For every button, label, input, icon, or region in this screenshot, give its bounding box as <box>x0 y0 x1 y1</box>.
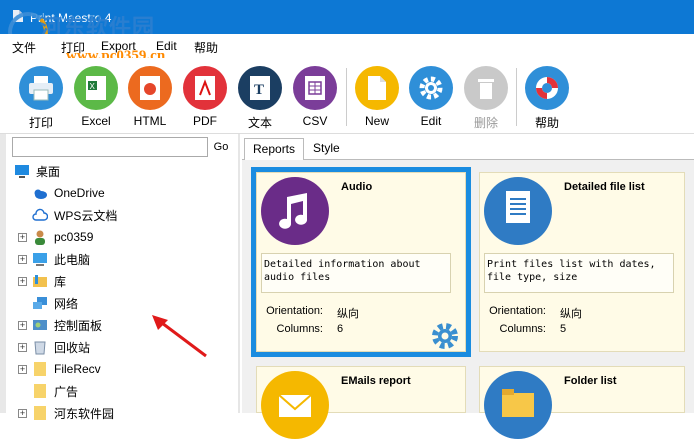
expand-toggle[interactable]: + <box>18 277 27 286</box>
expand-toggle[interactable]: + <box>18 321 27 330</box>
tree-item-control-panel[interactable]: 控制面板 <box>32 315 102 335</box>
folder-icon <box>484 371 552 439</box>
text-icon: T <box>238 66 282 110</box>
pdf-button[interactable]: PDF <box>180 66 230 130</box>
tab-style[interactable]: Style <box>305 138 348 160</box>
gear-icon <box>409 66 453 110</box>
tree-item-this-pc[interactable]: 此电脑 <box>32 249 90 269</box>
new-document-icon <box>355 66 399 110</box>
settings-gear-icon[interactable] <box>430 321 460 351</box>
tree-item-wps-cloud[interactable]: WPS云文档 <box>32 205 117 225</box>
tree-item-desktop[interactable]: 桌面 <box>14 161 60 181</box>
delete-button[interactable]: 删除 <box>461 66 511 130</box>
computer-icon <box>32 251 48 267</box>
printer-icon <box>19 66 63 110</box>
expand-toggle[interactable]: + <box>18 409 27 418</box>
tree-item-hedong[interactable]: 河东软件园 <box>32 403 114 423</box>
excel-button[interactable]: X Excel <box>71 66 121 130</box>
report-card-detailed-file-list[interactable]: Detailed file list Print files list with… <box>479 172 685 352</box>
expand-toggle[interactable]: + <box>18 365 27 374</box>
csv-button[interactable]: CSV <box>290 66 340 130</box>
columns-label: Columns: <box>276 323 323 335</box>
tab-reports[interactable]: Reports <box>244 138 305 160</box>
toolbar-separator <box>516 68 517 126</box>
panel-splitter[interactable] <box>238 134 240 413</box>
expand-toggle[interactable]: + <box>18 233 27 242</box>
report-card-audio[interactable]: Audio Detailed information about audio fi… <box>251 167 471 357</box>
pdf-icon <box>183 66 227 110</box>
expand-toggle[interactable]: + <box>18 343 27 352</box>
tree-item-user[interactable]: pc0359 <box>32 227 93 247</box>
tree-item-onedrive[interactable]: OneDrive <box>32 183 105 203</box>
folder-search-input[interactable] <box>12 137 208 157</box>
report-card-emails[interactable]: EMails report <box>256 366 466 439</box>
orientation-value: 纵向 <box>337 308 359 320</box>
svg-text:T: T <box>254 82 264 98</box>
envelope-icon <box>261 371 329 439</box>
columns-value: 5 <box>560 323 567 335</box>
tree-item-filerecv[interactable]: FileRecv <box>32 359 101 379</box>
left-panel-edge <box>0 134 6 413</box>
report-title: Audio <box>341 181 373 193</box>
folder-icon <box>32 383 48 399</box>
folder-icon <box>32 405 48 421</box>
menu-help[interactable]: 帮助 <box>194 39 218 56</box>
svg-text:X: X <box>90 82 96 91</box>
folder-icon <box>32 361 48 377</box>
control-panel-icon <box>32 317 48 333</box>
go-button[interactable]: Go <box>210 138 232 156</box>
excel-icon: X <box>74 66 118 110</box>
menu-file[interactable]: 文件 <box>12 39 36 56</box>
help-button[interactable]: 帮助 <box>522 66 572 130</box>
annotation-arrow <box>152 315 207 358</box>
expand-toggle[interactable]: + <box>18 255 27 264</box>
text-button[interactable]: T 文本 <box>235 66 285 130</box>
orientation-label: Orientation: <box>266 305 323 317</box>
recycle-bin-icon <box>32 339 48 355</box>
report-title: EMails report <box>341 375 411 387</box>
tree-item-network[interactable]: 网络 <box>32 293 78 313</box>
tree-item-recycle-bin[interactable]: 回收站 <box>32 337 90 357</box>
print-button[interactable]: 打印 <box>16 66 66 130</box>
orientation-value: 纵向 <box>560 308 582 320</box>
report-title: Detailed file list <box>564 181 645 193</box>
edit-button[interactable]: Edit <box>406 66 456 130</box>
lifebuoy-icon <box>525 66 569 110</box>
report-description: Detailed information about audio files <box>261 253 451 293</box>
music-note-icon <box>261 177 329 245</box>
columns-value: 6 <box>337 323 344 335</box>
cloud-outline-icon <box>32 207 49 223</box>
report-title: Folder list <box>564 375 617 387</box>
tree-item-ads[interactable]: 广告 <box>32 381 78 401</box>
user-icon <box>32 229 48 245</box>
csv-icon <box>293 66 337 110</box>
desktop-icon <box>14 163 30 179</box>
document-list-icon <box>484 177 552 245</box>
html-button[interactable]: HTML <box>125 66 175 130</box>
report-card-folder-list[interactable]: Folder list <box>479 366 685 439</box>
orientation-label: Orientation: <box>489 305 546 317</box>
report-description: Print files list with dates, file type, s… <box>484 253 674 293</box>
network-icon <box>32 295 48 311</box>
cloud-icon <box>32 185 48 201</box>
library-icon <box>32 273 48 289</box>
tree-item-library[interactable]: 库 <box>32 271 66 291</box>
html-icon <box>128 66 172 110</box>
columns-label: Columns: <box>499 323 546 335</box>
trash-icon <box>464 66 508 110</box>
new-button[interactable]: New <box>352 66 402 130</box>
toolbar-separator <box>346 68 347 126</box>
